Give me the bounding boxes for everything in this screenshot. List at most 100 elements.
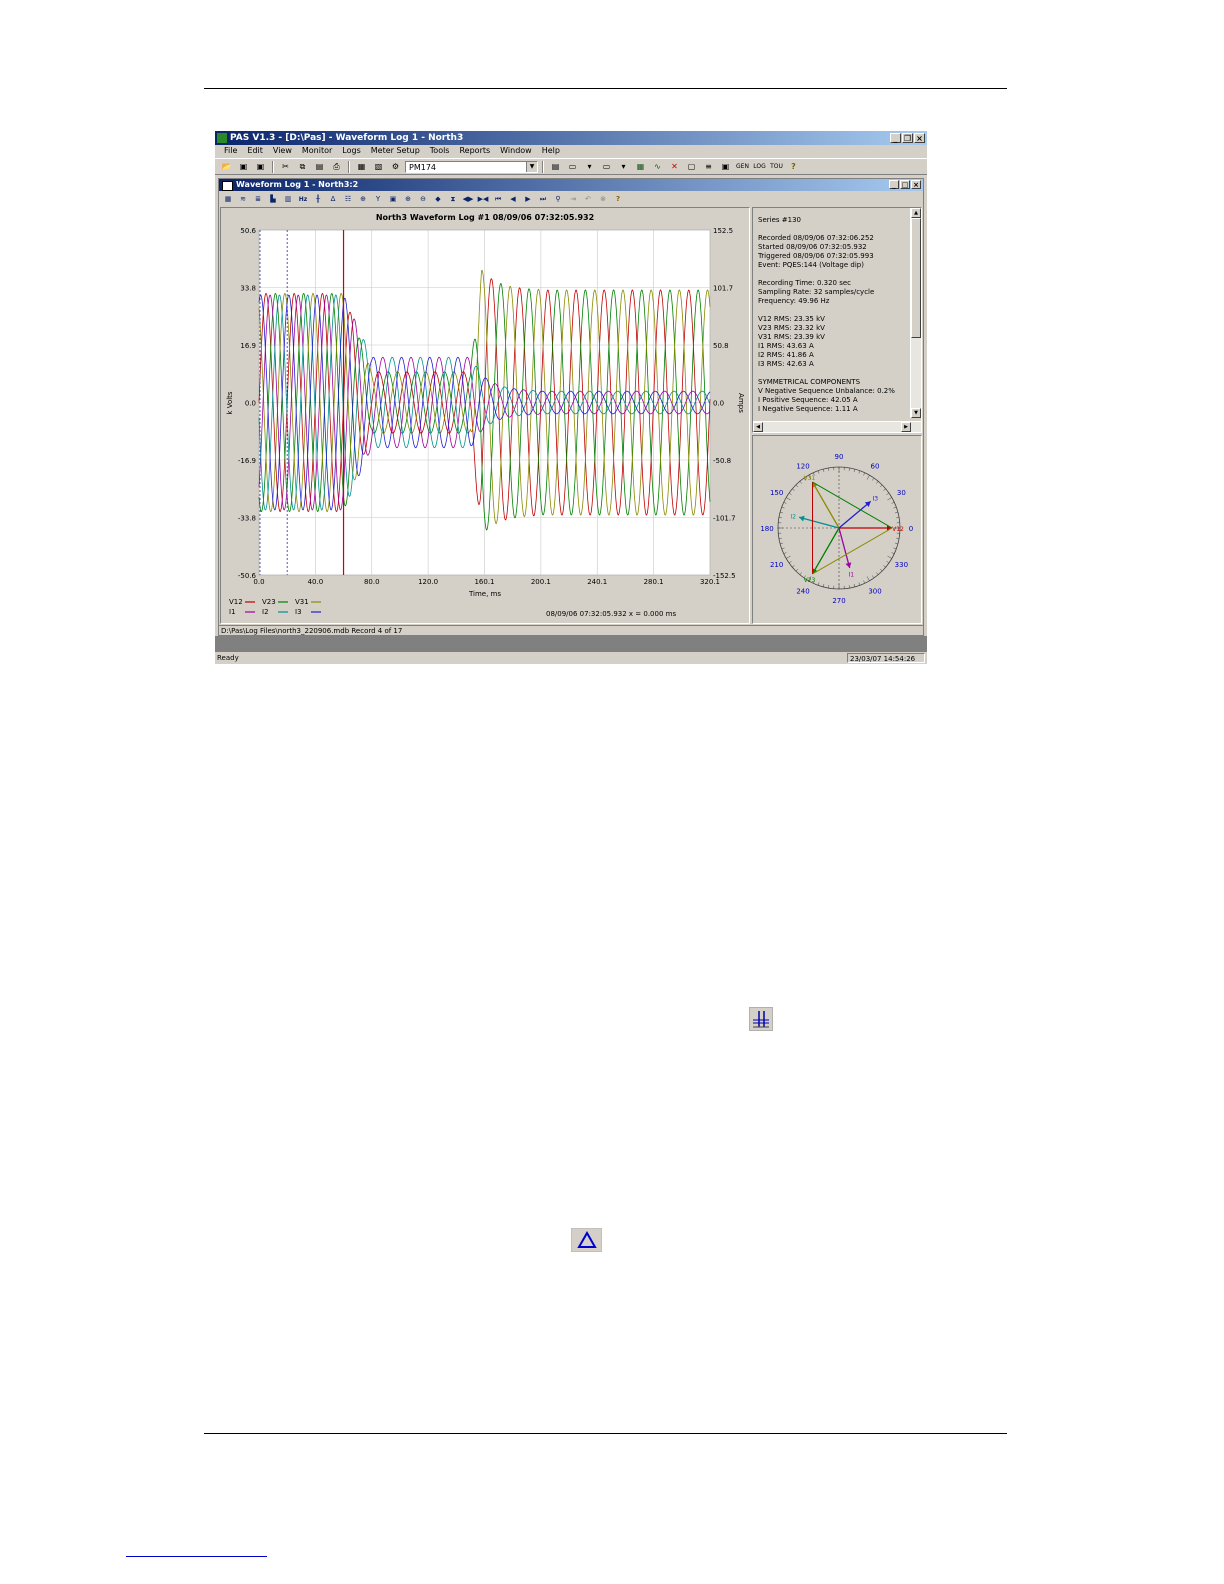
menu-tools[interactable]: Tools <box>425 145 455 157</box>
pas-window: PAS V1.3 - [D:\Pas] - Waveform Log 1 - N… <box>215 131 927 664</box>
info-line: I Positive Sequence: 42.05 A <box>758 396 858 404</box>
list-icon[interactable]: ☷ <box>341 193 355 206</box>
table-view-icon[interactable]: ▦ <box>221 193 235 206</box>
vertical-zoom-out-icon[interactable]: ⧗ <box>446 193 460 206</box>
markers-icon[interactable]: ╫ <box>311 193 325 206</box>
link-icon[interactable]: ⇥ <box>566 193 580 206</box>
restore-button[interactable]: ❐ <box>902 133 913 143</box>
phasor-angle-label: 60 <box>871 463 880 471</box>
connect-icon[interactable]: ⚙ <box>388 160 403 174</box>
clock-icon[interactable]: ▣ <box>718 160 733 174</box>
overlap-icon[interactable]: ≋ <box>236 193 250 206</box>
markers-icon <box>749 1007 773 1031</box>
info-horizontal-scrollbar[interactable]: ◀ ▶ <box>753 421 921 432</box>
monitor-icon[interactable]: ▭ <box>565 160 580 174</box>
info-vertical-scrollbar[interactable]: ▲ ▼ <box>910 208 921 418</box>
vertical-zoom-in-icon[interactable]: ◆ <box>431 193 445 206</box>
first-record-icon[interactable]: ⏮ <box>491 193 505 206</box>
menu-help[interactable]: Help <box>537 145 565 157</box>
x-tick-label: 120.0 <box>418 578 438 586</box>
log-icon[interactable]: LOG <box>752 160 767 174</box>
device-combo[interactable]: PM174 ▼ <box>405 160 538 173</box>
upload-icon[interactable]: ▭ <box>599 160 614 174</box>
menu-file[interactable]: File <box>219 145 242 157</box>
properties-icon[interactable]: ▧ <box>371 160 386 174</box>
legend-label: V23 <box>262 598 276 606</box>
phasor-vector-v31 <box>811 481 840 529</box>
horizontal-zoom-in-icon[interactable]: ◀▶ <box>461 193 475 206</box>
save-as-icon[interactable]: ▣ <box>253 160 268 174</box>
stop-icon[interactable]: ⊗ <box>596 193 610 206</box>
gen-icon[interactable]: GEN <box>735 160 750 174</box>
menu-reports[interactable]: Reports <box>454 145 495 157</box>
dropdown-icon[interactable]: ▾ <box>616 160 631 174</box>
minimize-button[interactable]: _ <box>890 133 901 143</box>
undo-icon[interactable]: ↶ <box>581 193 595 206</box>
scroll-left-icon[interactable]: ◀ <box>753 422 763 432</box>
menu-view[interactable]: View <box>268 145 297 157</box>
scroll-thumb[interactable] <box>911 218 921 338</box>
options-icon[interactable]: ▣ <box>386 193 400 206</box>
prev-record-icon[interactable]: ◀ <box>506 193 520 206</box>
non-overlap-icon[interactable]: ≣ <box>251 193 265 206</box>
menu-monitor[interactable]: Monitor <box>297 145 337 157</box>
menu-window[interactable]: Window <box>495 145 537 157</box>
child-maximize-button[interactable]: □ <box>900 180 910 189</box>
close-button[interactable]: × <box>914 133 925 143</box>
symmetry-icon[interactable]: Y <box>371 193 385 206</box>
cut-icon[interactable]: ✂ <box>278 160 293 174</box>
find-icon[interactable]: ⚲ <box>551 193 565 206</box>
phasor-tick <box>780 511 784 514</box>
copy-icon[interactable]: ⧉ <box>295 160 310 174</box>
chart-icon[interactable]: ▦ <box>633 160 648 174</box>
status-text: Ready <box>217 654 239 662</box>
help-icon[interactable]: ? <box>786 160 801 174</box>
scroll-up-icon[interactable]: ▲ <box>911 208 921 218</box>
phasor-vector-label: V23 <box>804 577 816 584</box>
info-line: V Negative Sequence Unbalance: 0.2% <box>758 387 895 395</box>
frequency-icon[interactable]: Hz <box>296 193 310 206</box>
phasor-tick <box>786 555 791 559</box>
zoom-in-icon[interactable]: ⊕ <box>401 193 415 206</box>
delta-icon[interactable]: Δ <box>326 193 340 206</box>
chevron-down-icon[interactable]: ▼ <box>526 161 537 172</box>
table-icon[interactable]: ▤ <box>548 160 563 174</box>
horizontal-zoom-out-icon[interactable]: ▶◀ <box>476 193 490 206</box>
site-icon[interactable]: ▦ <box>354 160 369 174</box>
menu-edit[interactable]: Edit <box>242 145 268 157</box>
dropdown-icon[interactable]: ▾ <box>582 160 597 174</box>
channels-icon[interactable]: ▥ <box>281 193 295 206</box>
scroll-right-icon[interactable]: ▶ <box>901 422 911 432</box>
paste-icon[interactable]: ▤ <box>312 160 327 174</box>
help-icon[interactable]: ? <box>611 193 625 206</box>
open-icon[interactable]: 📂 <box>219 160 234 174</box>
child-minimize-button[interactable]: _ <box>889 180 899 189</box>
scroll-down-icon[interactable]: ▼ <box>911 408 921 418</box>
next-record-icon[interactable]: ▶ <box>521 193 535 206</box>
info-line: Frequency: 49.96 Hz <box>758 297 830 305</box>
phasor-angle-label: 30 <box>897 489 906 497</box>
save-icon[interactable]: ▣ <box>236 160 251 174</box>
spectrum-icon[interactable]: ▙ <box>266 193 280 206</box>
menu-meter-setup[interactable]: Meter Setup <box>366 145 425 157</box>
waveform-chart[interactable]: North3 Waveform Log #1 08/09/06 07:32:05… <box>221 208 749 623</box>
phasor-icon[interactable]: ⊕ <box>356 193 370 206</box>
settings-icon[interactable]: ≡ <box>701 160 716 174</box>
tou-icon[interactable]: TOU <box>769 160 784 174</box>
info-line: Triggered 08/09/06 07:32:05.993 <box>758 252 874 260</box>
waveform-plot-panel[interactable]: North3 Waveform Log #1 08/09/06 07:32:05… <box>220 207 750 624</box>
zoom-out-icon[interactable]: ⊖ <box>416 193 430 206</box>
reset-icon[interactable]: ▢ <box>684 160 699 174</box>
y-tick-label: 33.8 <box>240 285 256 293</box>
delete-icon[interactable]: ✕ <box>667 160 682 174</box>
menu-logs[interactable]: Logs <box>337 145 365 157</box>
footer-link-underline[interactable] <box>126 1556 267 1557</box>
print-icon[interactable]: ⎙ <box>329 160 344 174</box>
info-line: Recorded 08/09/06 07:32:06.252 <box>758 234 874 242</box>
info-line: Sampling Rate: 32 samples/cycle <box>758 288 875 296</box>
waveform-icon[interactable]: ∿ <box>650 160 665 174</box>
last-record-icon[interactable]: ⏭ <box>536 193 550 206</box>
child-close-button[interactable]: × <box>911 180 921 189</box>
phasor-tick <box>799 481 802 484</box>
info-line: Series #130 <box>758 216 801 224</box>
